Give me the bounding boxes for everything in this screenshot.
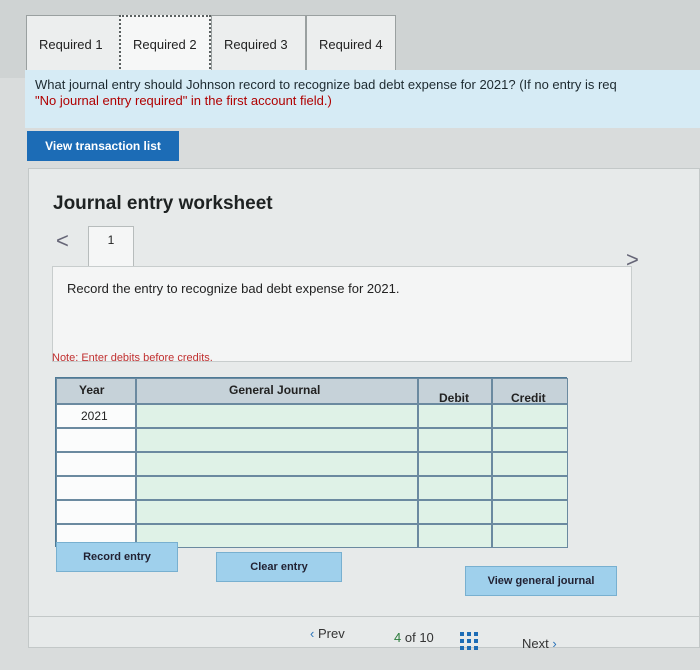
record-entry-button[interactable]: Record entry: [56, 542, 178, 572]
journal-cell[interactable]: [136, 500, 418, 524]
grid-icon[interactable]: [460, 632, 478, 650]
next-label: Next: [522, 636, 549, 651]
page-total: of 10: [404, 630, 434, 645]
debit-cell[interactable]: [418, 524, 492, 548]
debit-cell[interactable]: [418, 428, 492, 452]
debit-cell[interactable]: [418, 500, 492, 524]
debits-note: Note: Enter debits before credits.: [52, 352, 213, 364]
journal-cell[interactable]: [136, 404, 418, 428]
page-number: 1: [107, 233, 115, 247]
debit-cell[interactable]: [418, 452, 492, 476]
tab-label: Required 1: [39, 36, 103, 52]
prev-label: Prev: [317, 626, 345, 641]
question-text: What journal entry should Johnson record…: [35, 77, 617, 92]
header-general-journal: General Journal: [136, 378, 418, 404]
journal-cell[interactable]: [136, 428, 418, 452]
chevron-left-icon[interactable]: <: [56, 228, 69, 254]
year-cell[interactable]: [56, 452, 136, 476]
header-credit: Credit: [492, 378, 568, 405]
instruction-text: Record the entry to recognize bad debt e…: [67, 281, 400, 296]
question-box: What journal entry should Johnson record…: [25, 70, 700, 128]
chevron-left-icon: ‹: [310, 626, 315, 641]
credit-cell[interactable]: [492, 500, 568, 524]
journal-table: Year General Journal Debit Credit 2021: [55, 377, 568, 548]
credit-cell[interactable]: [492, 404, 568, 428]
year-cell[interactable]: [56, 476, 136, 500]
credit-cell[interactable]: [492, 428, 568, 452]
journal-cell[interactable]: [136, 452, 418, 476]
instruction-box: Record the entry to recognize bad debt e…: [52, 266, 632, 362]
debit-cell[interactable]: [418, 476, 492, 500]
header-debit: Debit: [418, 378, 492, 405]
tab-required-1[interactable]: Required 1: [26, 15, 120, 73]
tab-required-4[interactable]: Required 4: [306, 15, 396, 73]
current-page: 4: [394, 630, 402, 645]
tab-required-2[interactable]: Required 2: [119, 15, 211, 73]
view-general-journal-button[interactable]: View general journal: [465, 566, 617, 596]
journal-cell[interactable]: [136, 524, 418, 548]
question-note: "No journal entry required" in the first…: [35, 93, 332, 108]
credit-cell[interactable]: [492, 476, 568, 500]
year-cell[interactable]: [56, 428, 136, 452]
chevron-right-icon: ›: [552, 636, 557, 651]
page-indicator: 4 of 10: [394, 630, 434, 645]
prev-button[interactable]: ‹ Prev: [310, 626, 345, 641]
credit-cell[interactable]: [492, 524, 568, 548]
view-transaction-list-button[interactable]: View transaction list: [27, 131, 179, 161]
credit-cell[interactable]: [492, 452, 568, 476]
debit-cell[interactable]: [418, 404, 492, 428]
year-cell[interactable]: 2021: [56, 404, 136, 428]
tab-label: Required 3: [224, 36, 288, 52]
footer-divider: [28, 616, 700, 617]
worksheet-title: Journal entry worksheet: [53, 193, 273, 214]
worksheet-page-tab[interactable]: 1: [88, 226, 134, 266]
year-cell[interactable]: [56, 500, 136, 524]
journal-cell[interactable]: [136, 476, 418, 500]
tab-label: Required 4: [319, 36, 383, 52]
clear-entry-button[interactable]: Clear entry: [216, 552, 342, 582]
header-year: Year: [56, 378, 136, 404]
tab-label: Required 2: [133, 36, 197, 52]
next-button[interactable]: Next ›: [522, 636, 557, 651]
tab-required-3[interactable]: Required 3: [211, 15, 306, 73]
